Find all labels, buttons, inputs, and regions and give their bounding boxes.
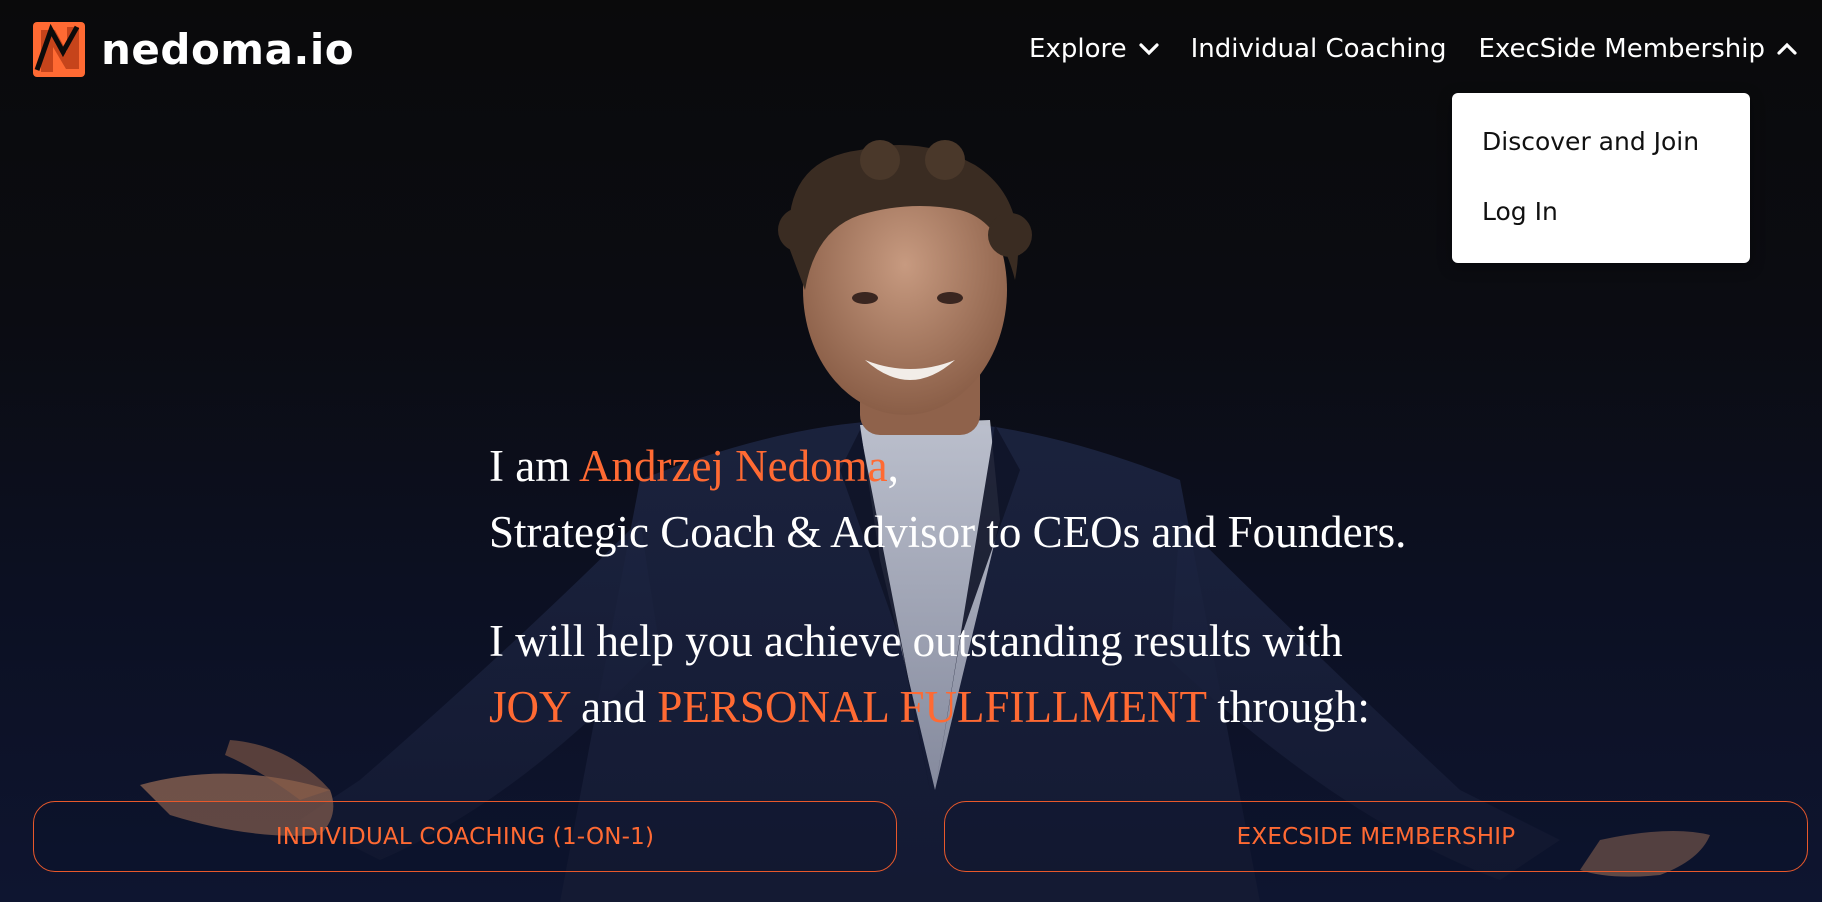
brand-mark-icon	[33, 22, 85, 77]
hero-role-line: Strategic Coach & Advisor to CEOs and Fo…	[489, 507, 1407, 557]
nav-explore-label: Explore	[1029, 34, 1127, 64]
main-nav: Explore Individual Coaching ExecSide Mem…	[997, 34, 1797, 64]
execside-membership-button[interactable]: EXECSIDE MEMBERSHIP	[944, 801, 1808, 872]
site-header: nedoma.io Explore Individual Coaching Ex…	[0, 0, 1822, 104]
nav-individual-coaching-label: Individual Coaching	[1190, 34, 1447, 64]
hero-intro-suffix: ,	[887, 441, 899, 491]
hero-name: Andrzej Nedoma	[578, 441, 888, 491]
hero-promise-line: I will help you achieve outstanding resu…	[489, 616, 1343, 666]
hero-and: and	[569, 682, 658, 732]
menu-item-discover-and-join[interactable]: Discover and Join	[1482, 127, 1699, 156]
hero-intro-prefix: I am	[489, 441, 579, 491]
hero-fulfillment: PERSONAL FULFILLMENT	[657, 682, 1207, 732]
menu-item-log-in[interactable]: Log In	[1482, 197, 1558, 226]
nav-explore[interactable]: Explore	[1029, 34, 1159, 64]
hero-through: through:	[1206, 682, 1370, 732]
chevron-up-icon	[1777, 42, 1797, 55]
hero-intro-line: I am Andrzej Nedoma,	[489, 433, 1489, 499]
chevron-down-icon	[1139, 43, 1159, 56]
nav-execside-membership[interactable]: ExecSide Membership	[1479, 34, 1798, 64]
nav-individual-coaching[interactable]: Individual Coaching	[1191, 34, 1447, 64]
nav-execside-membership-label: ExecSide Membership	[1478, 34, 1766, 64]
execside-dropdown-menu: Discover and Join Log In	[1452, 93, 1750, 263]
brand-logo[interactable]: nedoma.io	[33, 22, 354, 77]
hero-values-line: JOY and PERSONAL FULFILLMENT through:	[489, 674, 1489, 740]
hero-text: I am Andrzej Nedoma, Strategic Coach & A…	[489, 433, 1489, 740]
individual-coaching-button[interactable]: INDIVIDUAL COACHING (1-ON-1)	[33, 801, 897, 872]
hero-joy: JOY	[489, 682, 570, 732]
brand-name: nedoma.io	[101, 25, 355, 74]
